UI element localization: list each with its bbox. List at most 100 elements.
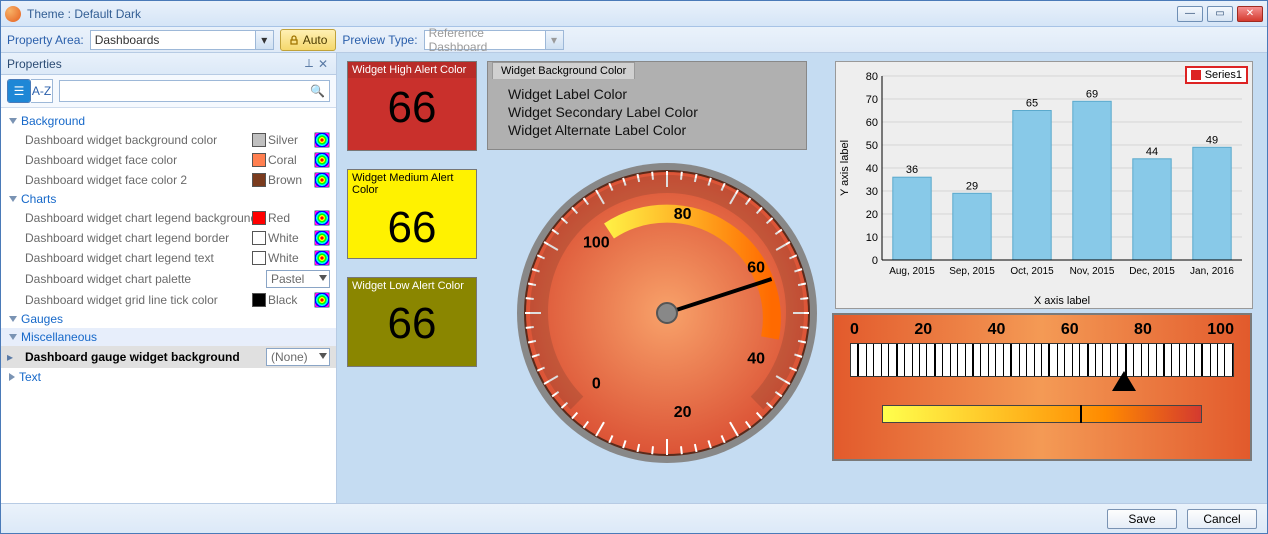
color-picker-icon[interactable]	[314, 230, 330, 246]
palette-dropdown[interactable]: Pastel	[266, 270, 330, 288]
widget-value: 66	[348, 198, 476, 258]
widget-value: 66	[348, 294, 476, 354]
cancel-button[interactable]: Cancel	[1187, 509, 1257, 529]
svg-text:69: 69	[1086, 88, 1098, 100]
svg-text:40: 40	[866, 163, 878, 175]
properties-searchbar: ☰ A-Z 🔍	[1, 75, 336, 108]
app-icon	[5, 6, 21, 22]
group-charts[interactable]: Charts	[1, 190, 336, 208]
pin-icon[interactable]: ⟂	[302, 57, 316, 71]
properties-tree[interactable]: Background Dashboard widget background c…	[1, 108, 336, 503]
preview-type-value: Reference Dashboard	[429, 26, 545, 54]
linear-gauge-ticks	[850, 343, 1234, 377]
preview-type-combo[interactable]: Reference Dashboard ▾	[424, 30, 564, 50]
prop-row[interactable]: Dashboard widget chart legend background…	[1, 208, 336, 228]
search-icon: 🔍	[310, 84, 325, 98]
svg-text:20: 20	[866, 209, 878, 221]
property-area-label: Property Area:	[7, 33, 84, 47]
chevron-down-icon: ▾	[545, 31, 563, 49]
svg-text:10: 10	[866, 232, 878, 244]
app-window: Theme : Default Dark — ▭ ✕ Property Area…	[0, 0, 1268, 534]
prop-row[interactable]: Dashboard widget background colorSilver	[1, 130, 336, 150]
widget-value: 66	[348, 78, 476, 138]
color-swatch	[252, 251, 266, 265]
svg-text:60: 60	[747, 260, 765, 277]
close-panel-icon[interactable]: ✕	[316, 57, 330, 71]
widget-low-alert: Widget Low Alert Color 66	[347, 277, 477, 367]
close-button[interactable]: ✕	[1237, 6, 1263, 22]
group-background[interactable]: Background	[1, 112, 336, 130]
color-picker-icon[interactable]	[314, 172, 330, 188]
footer: Save Cancel	[1, 503, 1267, 533]
svg-text:65: 65	[1026, 98, 1038, 110]
group-misc[interactable]: Miscellaneous	[1, 328, 336, 346]
tab-background[interactable]: Widget Background Color	[492, 62, 635, 79]
gauge-bg-dropdown[interactable]: (None)	[266, 348, 330, 366]
svg-text:Jan, 2016: Jan, 2016	[1190, 266, 1234, 277]
properties-panel: Properties ⟂ ✕ ☰ A-Z 🔍 Background Dashbo…	[1, 53, 337, 503]
color-picker-icon[interactable]	[314, 292, 330, 308]
auto-button[interactable]: Auto	[280, 29, 337, 51]
linear-gauge-labels: 0 20 40 60 80 100	[834, 315, 1250, 339]
search-input[interactable]: 🔍	[59, 80, 330, 102]
color-swatch	[252, 211, 266, 225]
color-swatch	[252, 153, 266, 167]
preview-type-label: Preview Type:	[342, 33, 417, 47]
color-picker-icon[interactable]	[314, 210, 330, 226]
group-gauges[interactable]: Gauges	[1, 310, 336, 328]
toolbar: Property Area: Dashboards ▾ Auto Preview…	[1, 27, 1267, 53]
svg-text:Y axis label: Y axis label	[839, 140, 851, 196]
legend-label: Series1	[1205, 69, 1242, 81]
linear-gauge-pointer	[1112, 371, 1136, 391]
svg-text:30: 30	[866, 186, 878, 198]
svg-text:X axis label: X axis label	[1034, 295, 1090, 307]
svg-text:Aug, 2015: Aug, 2015	[889, 266, 935, 277]
widget-background-card: Widget Background Color Widget Label Col…	[487, 61, 807, 150]
property-area-value: Dashboards	[95, 33, 160, 47]
svg-text:29: 29	[966, 180, 978, 192]
label-color: Widget Label Color	[508, 85, 786, 103]
prop-row[interactable]: Dashboard widget chart legend textWhite	[1, 248, 336, 268]
chevron-down-icon: ▾	[255, 31, 273, 49]
prop-row[interactable]: Dashboard widget chart palettePastel	[1, 268, 336, 290]
prop-row[interactable]: Dashboard widget face colorCoral	[1, 150, 336, 170]
svg-text:70: 70	[866, 94, 878, 106]
color-swatch	[252, 293, 266, 307]
legend-swatch	[1191, 70, 1201, 80]
widget-title: Widget Low Alert Color	[348, 278, 476, 294]
auto-label: Auto	[303, 33, 328, 47]
property-area-combo[interactable]: Dashboards ▾	[90, 30, 274, 50]
radial-gauge: 020406080100	[507, 153, 827, 473]
color-picker-icon[interactable]	[314, 250, 330, 266]
svg-text:0: 0	[592, 376, 601, 393]
linear-gauge-bar	[882, 405, 1202, 423]
color-swatch	[252, 173, 266, 187]
svg-text:40: 40	[747, 350, 765, 367]
prop-row-selected[interactable]: ▸ Dashboard gauge widget background (Non…	[1, 346, 336, 368]
prop-row[interactable]: Dashboard widget face color 2Brown	[1, 170, 336, 190]
svg-text:60: 60	[866, 117, 878, 129]
color-picker-icon[interactable]	[314, 132, 330, 148]
svg-text:36: 36	[906, 164, 918, 176]
minimize-button[interactable]: —	[1177, 6, 1203, 22]
group-text[interactable]: Text	[1, 368, 336, 386]
widget-medium-alert: Widget Medium Alert Color 66	[347, 169, 477, 259]
save-button[interactable]: Save	[1107, 509, 1177, 529]
maximize-button[interactable]: ▭	[1207, 6, 1233, 22]
svg-text:Dec, 2015: Dec, 2015	[1129, 266, 1175, 277]
svg-text:80: 80	[866, 71, 878, 83]
preview-area: Widget High Alert Color 66 Widget Medium…	[337, 53, 1267, 503]
sort-grouped-button[interactable]: ☰	[8, 80, 30, 102]
svg-text:50: 50	[866, 140, 878, 152]
color-swatch	[252, 133, 266, 147]
widget-title: Widget High Alert Color	[348, 62, 476, 78]
sort-az-button[interactable]: A-Z	[31, 79, 53, 103]
prop-row[interactable]: Dashboard widget chart legend borderWhit…	[1, 228, 336, 248]
color-picker-icon[interactable]	[314, 152, 330, 168]
prop-row[interactable]: Dashboard widget grid line tick colorBla…	[1, 290, 336, 310]
alternate-label-color: Widget Alternate Label Color	[508, 121, 786, 139]
bar-chart: Series1 0102030405060708036Aug, 201529Se…	[835, 61, 1253, 309]
svg-text:0: 0	[872, 255, 878, 267]
svg-text:Oct, 2015: Oct, 2015	[1010, 266, 1054, 277]
sort-toggles: ☰	[7, 79, 31, 103]
